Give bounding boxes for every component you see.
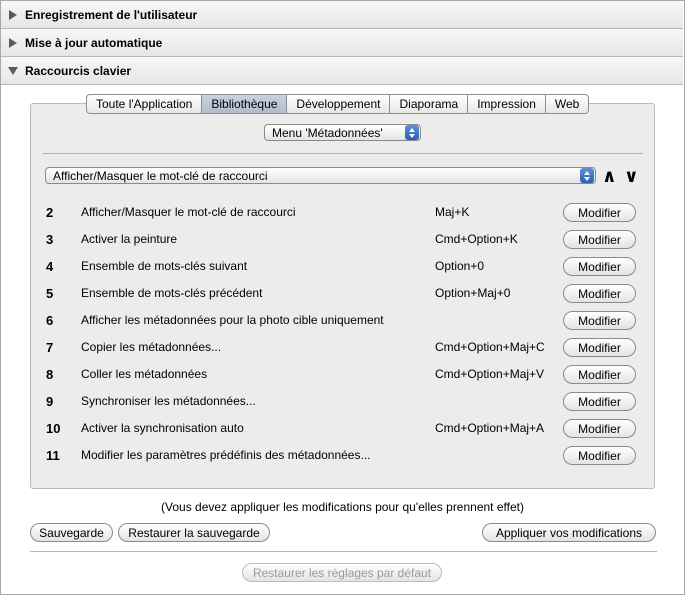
modify-button[interactable]: Modifier	[563, 311, 636, 330]
shortcut-keys: Maj+K	[435, 205, 470, 219]
move-down-icon[interactable]: ∨	[624, 167, 639, 185]
move-up-icon[interactable]: ∧	[602, 167, 617, 185]
modify-button[interactable]: Modifier	[563, 365, 636, 384]
row-number: 5	[46, 285, 54, 301]
command-label: Copier les métadonnées...	[81, 340, 222, 354]
restore-backup-button[interactable]: Restaurer la sauvegarde	[118, 523, 270, 542]
tab-entire-application[interactable]: Toute l'Application	[86, 94, 203, 114]
command-label: Modifier les paramètres prédéfinis des m…	[81, 448, 371, 462]
modify-button[interactable]: Modifier	[563, 203, 636, 222]
shortcut-row: 5 Ensemble de mots-clés précédent Option…	[44, 283, 644, 303]
shortcut-row: 3 Activer la peinture Cmd+Option+K Modif…	[44, 229, 644, 249]
shortcut-row: 6 Afficher les métadonnées pour la photo…	[44, 310, 644, 330]
shortcut-row: 4 Ensemble de mots-clés suivant Option+0…	[44, 256, 644, 276]
row-number: 3	[46, 231, 54, 247]
shortcut-row: 9 Synchroniser les métadonnées... Modifi…	[44, 391, 644, 411]
shortcut-keys: Cmd+Option+Maj+C	[435, 340, 545, 354]
modify-button[interactable]: Modifier	[563, 230, 636, 249]
shortcut-row: 8 Coller les métadonnées Cmd+Option+Maj+…	[44, 364, 644, 384]
row-number: 7	[46, 339, 54, 355]
save-button[interactable]: Sauvegarde	[30, 523, 113, 542]
row-number: 4	[46, 258, 54, 274]
apply-changes-button[interactable]: Appliquer vos modifications	[482, 523, 656, 542]
row-number: 10	[46, 420, 61, 436]
shortcut-keys: Option+0	[435, 259, 485, 273]
disclosure-right-icon[interactable]	[1, 37, 25, 48]
shortcut-keys: Cmd+Option+Maj+V	[435, 367, 545, 381]
command-label: Coller les métadonnées	[81, 367, 208, 381]
disclosure-down-icon[interactable]	[1, 66, 25, 75]
restore-defaults-button[interactable]: Restaurer les réglages par défaut	[242, 563, 442, 582]
modify-button[interactable]: Modifier	[563, 257, 636, 276]
command-select[interactable]: Afficher/Masquer le mot-clé de raccourci	[45, 167, 596, 184]
shortcut-row: 10 Activer la synchronisation auto Cmd+O…	[44, 418, 644, 438]
select-arrows-icon	[580, 168, 594, 183]
section-user-registration[interactable]: Enregistrement de l'utilisateur	[1, 1, 683, 29]
command-label: Activer la peinture	[81, 232, 178, 246]
tab-develop[interactable]: Développement	[287, 94, 391, 114]
command-label: Afficher/Masquer le mot-clé de raccourci	[81, 205, 296, 219]
tab-library[interactable]: Bibliothèque	[202, 94, 288, 114]
row-number: 8	[46, 366, 54, 382]
tab-slideshow[interactable]: Diaporama	[390, 94, 469, 114]
shortcut-keys: Cmd+Option+Maj+A	[435, 421, 545, 435]
tab-print[interactable]: Impression	[468, 94, 546, 114]
command-label: Afficher les métadonnées pour la photo c…	[81, 313, 384, 327]
apply-note: (Vous devez appliquer les modifications …	[161, 500, 524, 514]
section-title: Mise à jour automatique	[25, 35, 163, 50]
divider	[30, 551, 657, 552]
row-number: 9	[46, 393, 54, 409]
shortcut-keys: Option+Maj+0	[435, 286, 511, 300]
command-label: Ensemble de mots-clés suivant	[81, 259, 248, 273]
command-label: Activer la synchronisation auto	[81, 421, 244, 435]
disclosure-right-icon[interactable]	[1, 9, 25, 20]
modify-button[interactable]: Modifier	[563, 284, 636, 303]
modify-button[interactable]: Modifier	[563, 338, 636, 357]
modify-button[interactable]: Modifier	[563, 419, 636, 438]
command-select-value: Afficher/Masquer le mot-clé de raccourci	[53, 168, 268, 183]
shortcut-row: 11 Modifier les paramètres prédéfinis de…	[44, 445, 644, 465]
modify-button[interactable]: Modifier	[563, 446, 636, 465]
row-number: 11	[46, 447, 60, 463]
tab-web[interactable]: Web	[545, 94, 590, 114]
section-title: Raccourcis clavier	[25, 63, 132, 78]
divider	[43, 153, 643, 154]
command-label: Synchroniser les métadonnées...	[81, 394, 256, 408]
menu-select[interactable]: Menu 'Métadonnées'	[264, 124, 421, 141]
command-label: Ensemble de mots-clés précédent	[81, 286, 263, 300]
tab-bar: Toute l'Application Bibliothèque Dévelop…	[86, 94, 590, 114]
shortcut-row: 2 Afficher/Masquer le mot-clé de raccour…	[44, 202, 644, 222]
shortcut-row: 7 Copier les métadonnées... Cmd+Option+M…	[44, 337, 644, 357]
section-title: Enregistrement de l'utilisateur	[25, 7, 198, 22]
row-number: 6	[46, 312, 54, 328]
section-keyboard-shortcuts[interactable]: Raccourcis clavier	[1, 57, 683, 85]
select-arrows-icon	[405, 125, 419, 140]
modify-button[interactable]: Modifier	[563, 392, 636, 411]
section-auto-update[interactable]: Mise à jour automatique	[1, 29, 683, 57]
shortcut-keys: Cmd+Option+K	[435, 232, 518, 246]
row-number: 2	[46, 204, 54, 220]
menu-select-value: Menu 'Métadonnées'	[272, 125, 383, 140]
